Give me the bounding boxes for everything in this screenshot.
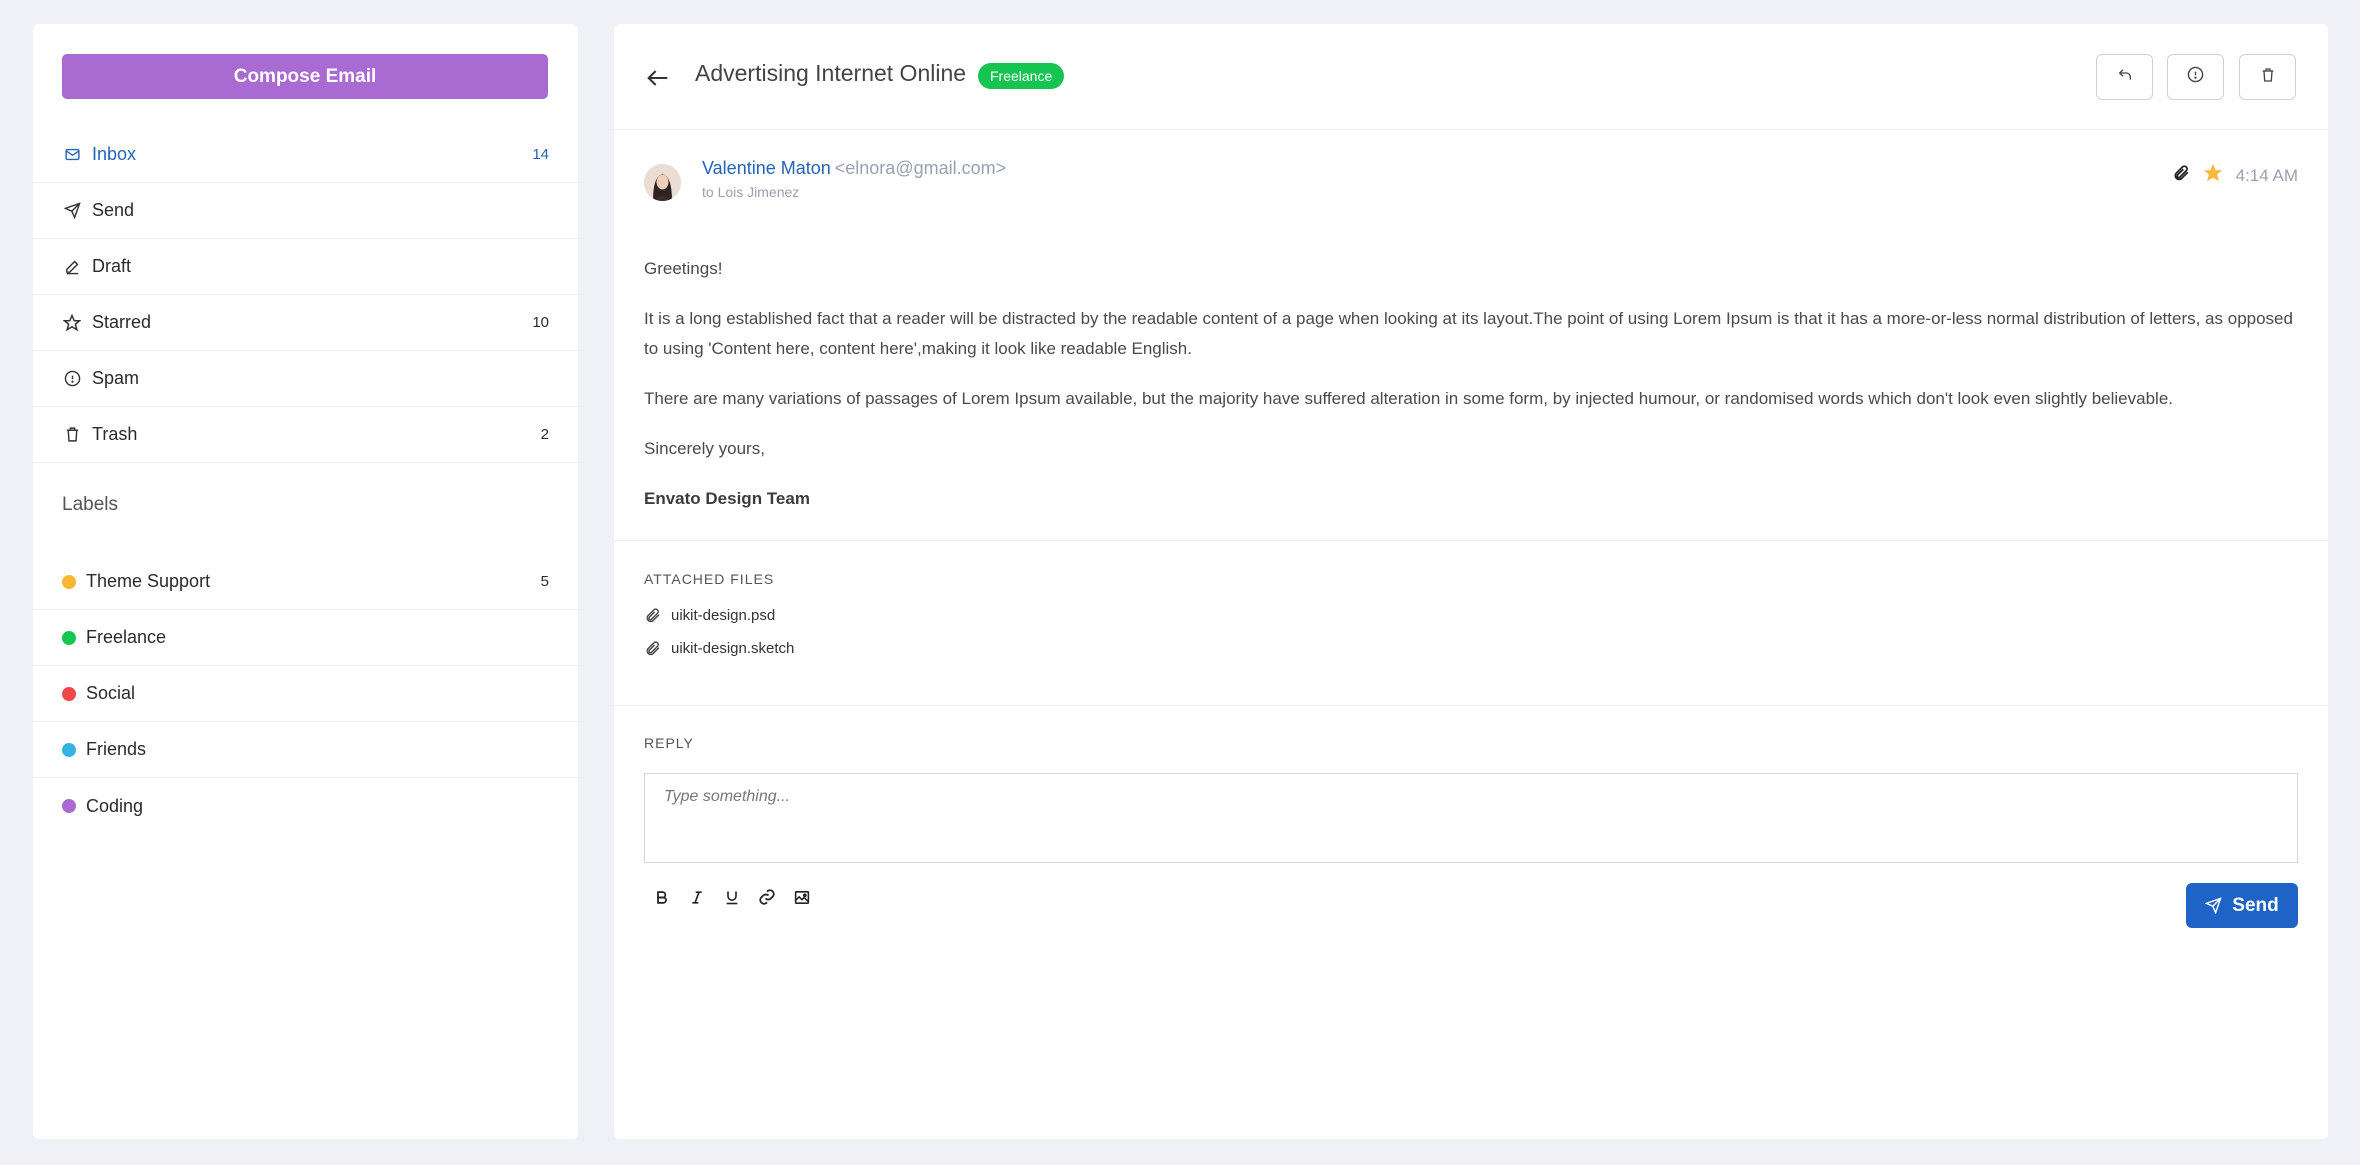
sidebar: Compose Email Inbox 14 Send Draft Starre…	[33, 24, 578, 1139]
mail-body: Greetings! It is a long established fact…	[644, 254, 2298, 534]
paperclip-icon	[646, 608, 660, 623]
italic-icon[interactable]	[686, 886, 708, 908]
body-closing: Sincerely yours,	[644, 439, 765, 458]
link-icon[interactable]	[756, 886, 778, 908]
image-icon[interactable]	[791, 886, 813, 908]
label-list: Theme Support 5 Freelance Social Friends…	[33, 554, 578, 834]
back-arrow-icon[interactable]	[644, 64, 672, 92]
label-name: Friends	[86, 739, 147, 759]
nav-label: Trash	[92, 424, 138, 444]
reply-icon	[2117, 67, 2133, 88]
mail-nav: Inbox 14 Send Draft Starred 10 Spam Tras…	[33, 127, 578, 463]
body-paragraph: It is a long established fact that a rea…	[644, 309, 2293, 358]
star-icon	[62, 313, 82, 333]
sender-info[interactable]: Valentine Maton <elnora@gmail.com>	[702, 158, 1006, 179]
nav-label: Starred	[92, 312, 152, 332]
label-item-freelance[interactable]: Freelance	[33, 610, 578, 666]
nav-item-send[interactable]: Send	[33, 183, 578, 239]
label-name: Coding	[86, 795, 144, 816]
nav-count: 2	[540, 426, 549, 443]
nav-label: Draft	[92, 256, 132, 276]
paperclip-icon	[646, 641, 660, 656]
formatting-toolbar	[651, 886, 813, 908]
sender-row: Valentine Maton <elnora@gmail.com> to Loi…	[644, 158, 2298, 218]
attachment-item[interactable]: uikit-design.sketch	[644, 640, 794, 657]
mail-header: Advertising Internet Online Freelance	[614, 24, 2328, 130]
info-icon	[62, 369, 82, 389]
paperclip-icon	[2172, 164, 2190, 187]
star-icon[interactable]	[2202, 162, 2224, 189]
attachment-name: uikit-design.psd	[671, 607, 776, 624]
compose-email-button[interactable]: Compose Email	[62, 54, 548, 99]
label-item-theme-support[interactable]: Theme Support 5	[33, 554, 578, 610]
label-item-coding[interactable]: Coding	[33, 778, 578, 834]
info-icon	[2187, 66, 2204, 88]
nav-count: 14	[532, 146, 549, 163]
label-count: 5	[540, 573, 549, 590]
reply-button[interactable]	[2096, 54, 2153, 100]
reply-input[interactable]	[644, 773, 2298, 863]
attachment-name: uikit-design.sketch	[671, 640, 795, 657]
label-color-dot	[62, 799, 76, 813]
body-paragraph: There are many variations of passages of…	[644, 389, 2174, 408]
avatar[interactable]	[644, 164, 681, 201]
divider	[614, 540, 2328, 541]
label-name: Theme Support	[86, 571, 211, 591]
send-button[interactable]: Send	[2186, 883, 2298, 928]
attachment-item[interactable]: uikit-design.psd	[644, 607, 775, 624]
nav-label: Spam	[92, 368, 140, 388]
sender-email: <elnora@gmail.com>	[834, 158, 1007, 178]
label-name: Freelance	[86, 627, 167, 647]
nav-label: Inbox	[92, 144, 137, 164]
label-name: Social	[86, 683, 136, 703]
send-label: Send	[2232, 894, 2279, 916]
sender-name: Valentine Maton	[702, 158, 831, 178]
trash-icon	[62, 425, 82, 445]
divider	[614, 705, 2328, 706]
send-icon	[2205, 897, 2223, 914]
nav-item-inbox[interactable]: Inbox 14	[33, 127, 578, 183]
mail-meta: 4:14 AM	[2172, 162, 2298, 189]
nav-item-spam[interactable]: Spam	[33, 351, 578, 407]
nav-item-trash[interactable]: Trash 2	[33, 407, 578, 463]
mail-detail-panel: Advertising Internet Online Freelance Va…	[614, 24, 2328, 1139]
info-button[interactable]	[2167, 54, 2224, 100]
mail-icon	[62, 145, 82, 165]
nav-item-draft[interactable]: Draft	[33, 239, 578, 295]
recipient-line: to Lois Jimenez	[702, 184, 800, 200]
pencil-icon	[62, 257, 82, 277]
reply-heading: REPLY	[644, 735, 694, 751]
label-item-social[interactable]: Social	[33, 666, 578, 722]
labels-heading: Labels	[62, 494, 118, 515]
send-icon	[62, 201, 82, 221]
body-signature: Envato Design Team	[644, 489, 810, 508]
label-color-dot	[62, 630, 76, 645]
body-greeting: Greetings!	[644, 259, 723, 278]
trash-icon	[2260, 67, 2276, 88]
label-item-friends[interactable]: Friends	[33, 722, 578, 778]
underline-icon[interactable]	[721, 886, 743, 908]
label-color-dot	[62, 742, 76, 757]
mail-subject: Advertising Internet Online	[695, 60, 967, 86]
nav-label: Send	[92, 200, 135, 220]
nav-count: 10	[532, 314, 549, 331]
label-color-dot	[62, 686, 76, 701]
nav-item-starred[interactable]: Starred 10	[33, 295, 578, 351]
attachments-heading: ATTACHED FILES	[644, 571, 775, 587]
label-color-dot	[62, 574, 76, 589]
bold-icon[interactable]	[651, 886, 673, 908]
mail-time: 4:14 AM	[2235, 165, 2298, 185]
delete-button[interactable]	[2239, 54, 2296, 100]
mail-tag-badge: Freelance	[978, 63, 1065, 89]
